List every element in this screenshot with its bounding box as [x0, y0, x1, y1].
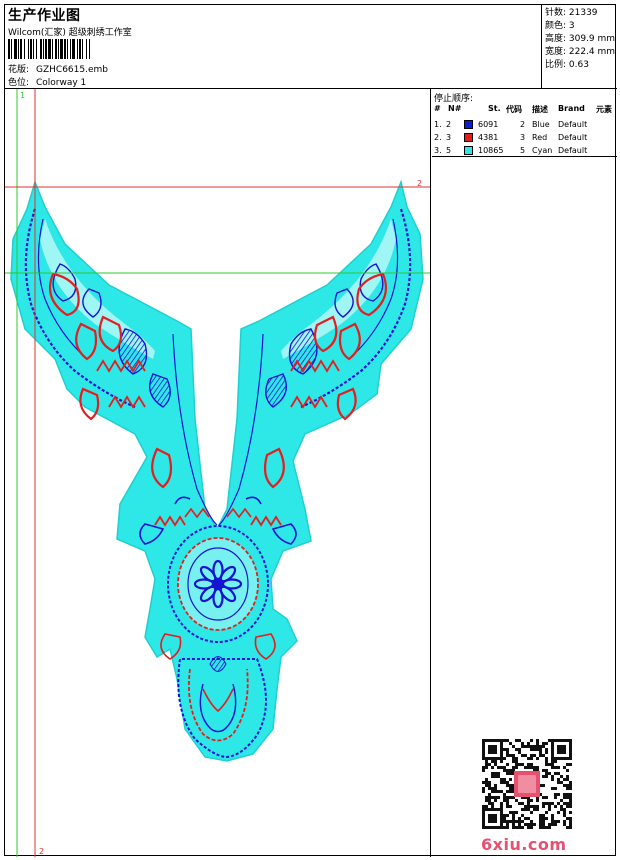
sheet-header: 生产作业图 Wilcom(汇家) 超级刺绣工作室 花版: GZHC6615.emb… — [5, 5, 617, 89]
stop-sequence-panel: 停止顺序: # N# St. 代码 描述 Brand 元素 1. 2 6091 2 Bl… — [432, 89, 617, 157]
stop-stitches: 4381 — [478, 133, 499, 142]
design-scale: 比例: 0.63 — [545, 60, 589, 70]
stop-seq: 1. — [434, 120, 442, 129]
design-width: 宽度: 222.4 mm — [545, 47, 616, 57]
stop-description: Cyan — [532, 146, 553, 155]
colorway-value: Colorway 1 — [36, 78, 87, 88]
stop-row: 2. 3 4381 3 Red Default — [434, 131, 615, 144]
stop-description: Red — [532, 133, 548, 142]
design-file-value: GZHC6615.emb — [36, 65, 108, 75]
col-header-stitches: St. — [488, 104, 501, 113]
color-swatch — [464, 146, 473, 155]
central-medallion — [167, 525, 269, 643]
col-header-index: # — [434, 104, 441, 113]
stop-sequence-header: # N# St. 代码 描述 Brand 元素 — [434, 104, 615, 116]
stop-row: 1. 2 6091 2 Blue Default — [434, 118, 615, 131]
stop-brand: Default — [558, 120, 588, 129]
page-title: 生产作业图 — [8, 8, 81, 24]
company-name: Wilcom(汇家) 超级刺绣工作室 — [8, 28, 132, 38]
design-height: 高度: 309.9 mm — [545, 34, 616, 44]
stop-code: 5 — [520, 146, 526, 155]
guide-label-red-vertical: 2 — [39, 847, 45, 856]
col-header-element: 元素 — [596, 105, 612, 114]
stop-code: 3 — [520, 133, 526, 142]
design-file-row: 花版: GZHC6615.emb — [8, 62, 108, 75]
stop-description: Blue — [532, 120, 550, 129]
stop-needle: 3 — [446, 133, 452, 142]
guide-label-red-horizontal: 2 — [417, 179, 423, 188]
stitch-count: 针数: 21339 — [545, 8, 598, 18]
col-header-brand: Brand — [558, 104, 585, 113]
qr-code — [482, 739, 572, 829]
colorway-row: 色位: Colorway 1 — [8, 75, 86, 88]
stop-brand: Default — [558, 146, 588, 155]
color-count: 颜色: 3 — [545, 21, 575, 31]
design-file-label: 花版: — [8, 65, 30, 75]
stop-needle: 5 — [446, 146, 452, 155]
guide-label-green: 1 — [20, 91, 26, 100]
design-canvas: 1 2 2 — [5, 89, 431, 857]
production-sheet: 生产作业图 Wilcom(汇家) 超级刺绣工作室 花版: GZHC6615.emb… — [4, 4, 617, 857]
stop-code: 2 — [520, 120, 526, 129]
stop-stitches: 10865 — [478, 146, 504, 155]
stop-sequence-title: 停止顺序: — [434, 94, 474, 104]
design-info: 针数: 21339 颜色: 3 高度: 309.9 mm 宽度: 222.4 m… — [543, 5, 617, 89]
stop-stitches: 6091 — [478, 120, 499, 129]
col-header-code: 代码 — [506, 105, 522, 114]
barcode — [8, 39, 156, 59]
stop-needle: 2 — [446, 120, 452, 129]
header-left: 生产作业图 Wilcom(汇家) 超级刺绣工作室 花版: GZHC6615.emb… — [5, 5, 542, 89]
stop-row: 3. 5 10865 5 Cyan Default — [434, 144, 615, 157]
color-swatch — [464, 120, 473, 129]
stop-brand: Default — [558, 133, 588, 142]
stop-seq: 3. — [434, 146, 442, 155]
col-header-description: 描述 — [532, 105, 548, 114]
stop-seq: 2. — [434, 133, 442, 142]
lower-pendant — [177, 656, 267, 759]
color-swatch — [464, 133, 473, 142]
watermark: 6xiu.com — [481, 835, 567, 854]
embroidery-design — [5, 89, 430, 857]
col-header-needle: N# — [448, 104, 462, 113]
colorway-label: 色位: — [8, 78, 30, 88]
